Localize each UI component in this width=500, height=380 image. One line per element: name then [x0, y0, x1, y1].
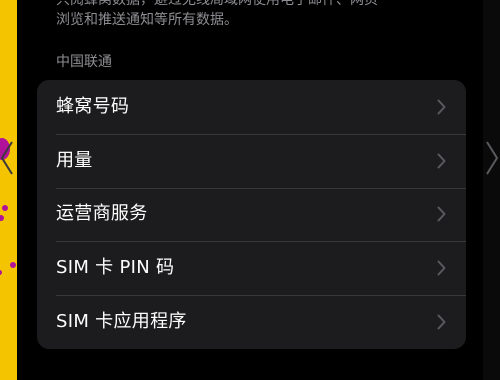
wallpaper-dot — [0, 270, 2, 275]
chevron-right-icon — [437, 99, 446, 115]
carrier-section-header: 中国联通 — [56, 54, 112, 70]
screen-frame: 只阅蜂窝数据，避过无线局域网使用电子邮件、网页 浏览和推送通知等所有数据。 中国… — [0, 0, 500, 380]
row-carrier-services[interactable]: 运营商服务 — [37, 187, 466, 242]
wallpaper-dot — [10, 262, 16, 268]
wallpaper-strip — [0, 0, 17, 380]
chevron-right-icon — [437, 153, 446, 169]
carrier-settings-group: 蜂窝号码 用量 运营商服务 SIM 卡 PIN 码 SIM 卡应用程序 — [37, 80, 466, 349]
row-label: SIM 卡 PIN 码 — [56, 257, 175, 279]
row-cellular-number[interactable]: 蜂窝号码 — [37, 80, 466, 134]
chevron-right-icon — [437, 206, 446, 222]
row-label: 运营商服务 — [56, 203, 148, 225]
row-sim-applications[interactable]: SIM 卡应用程序 — [37, 295, 466, 349]
row-usage[interactable]: 用量 — [37, 133, 466, 188]
chevron-right-icon — [437, 314, 446, 330]
row-label: SIM 卡应用程序 — [56, 311, 187, 333]
chevron-right-icon — [437, 260, 446, 276]
description-line-2: 浏览和推送通知等所有数据。 — [56, 12, 238, 28]
wallpaper-dot — [0, 215, 4, 221]
description-line-1: 只阅蜂窝数据，避过无线局域网使用电子邮件、网页 — [56, 0, 378, 8]
cellular-data-description: 只阅蜂窝数据，避过无线局域网使用电子邮件、网页 浏览和推送通知等所有数据。 — [56, 0, 456, 30]
next-page-chevron-icon[interactable] — [485, 140, 499, 176]
wallpaper-dot — [2, 205, 8, 211]
adjacent-page-edge — [483, 0, 500, 380]
row-label: 用量 — [56, 149, 93, 171]
row-label: 蜂窝号码 — [56, 95, 130, 117]
previous-page-chevron-icon[interactable] — [0, 140, 14, 176]
row-sim-pin[interactable]: SIM 卡 PIN 码 — [37, 241, 466, 295]
